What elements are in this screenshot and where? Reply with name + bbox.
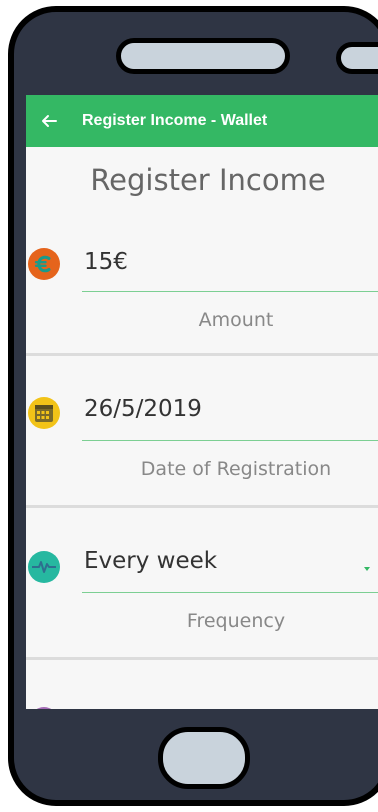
app-bar: Register Income - Wallet bbox=[26, 95, 378, 147]
next-field-icon bbox=[30, 707, 58, 709]
arrow-left-icon[interactable] bbox=[40, 112, 58, 130]
pulse-icon bbox=[28, 551, 60, 583]
amount-underline bbox=[82, 291, 378, 292]
calendar-icon bbox=[28, 397, 60, 429]
chevron-down-icon[interactable] bbox=[364, 567, 370, 571]
phone-speaker bbox=[116, 38, 290, 74]
date-label: Date of Registration bbox=[140, 458, 332, 480]
amount-label: Amount bbox=[198, 309, 274, 331]
euro-icon bbox=[28, 248, 60, 280]
amount-field: 15€ Amount bbox=[26, 197, 378, 356]
date-underline bbox=[82, 440, 378, 441]
frequency-underline bbox=[82, 592, 378, 593]
date-input[interactable]: 26/5/2019 bbox=[84, 396, 202, 422]
frequency-field: Every week Frequency bbox=[26, 508, 378, 660]
app-bar-title: Register Income - Wallet bbox=[82, 112, 268, 129]
amount-input[interactable]: 15€ bbox=[84, 249, 128, 275]
phone-frame: Register Income - Wallet Register Income… bbox=[8, 6, 378, 806]
phone-camera bbox=[336, 42, 378, 74]
frequency-select[interactable]: Every week bbox=[84, 548, 217, 574]
app-screen: Register Income - Wallet Register Income… bbox=[26, 95, 378, 709]
page-title: Register Income bbox=[90, 163, 326, 197]
frequency-label: Frequency bbox=[186, 610, 286, 632]
date-field: 26/5/2019 Date of Registration bbox=[26, 356, 378, 508]
home-button[interactable] bbox=[158, 727, 250, 789]
